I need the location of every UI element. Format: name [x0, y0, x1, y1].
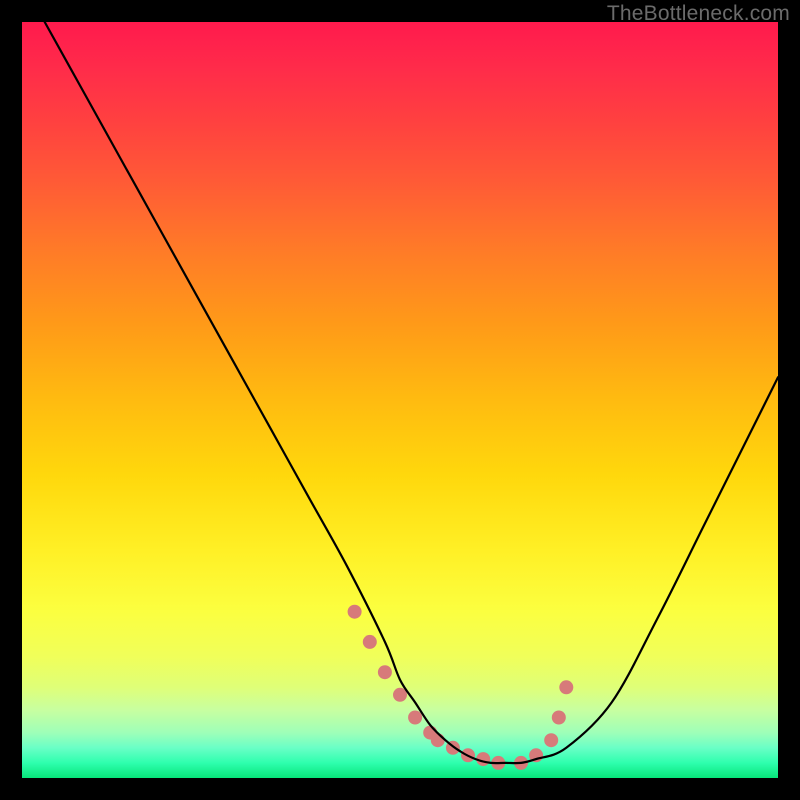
marker-dot [378, 665, 392, 679]
marker-dot [544, 733, 558, 747]
marker-dots [348, 605, 574, 770]
chart-frame: TheBottleneck.com [0, 0, 800, 800]
bottleneck-curve-svg [22, 22, 778, 778]
bottleneck-curve-line [45, 22, 778, 763]
attribution-label: TheBottleneck.com [607, 2, 790, 26]
marker-dot [363, 635, 377, 649]
marker-dot [559, 680, 573, 694]
marker-dot [408, 711, 422, 725]
marker-dot [348, 605, 362, 619]
marker-dot [431, 733, 445, 747]
plot-area [22, 22, 778, 778]
marker-dot [552, 711, 566, 725]
